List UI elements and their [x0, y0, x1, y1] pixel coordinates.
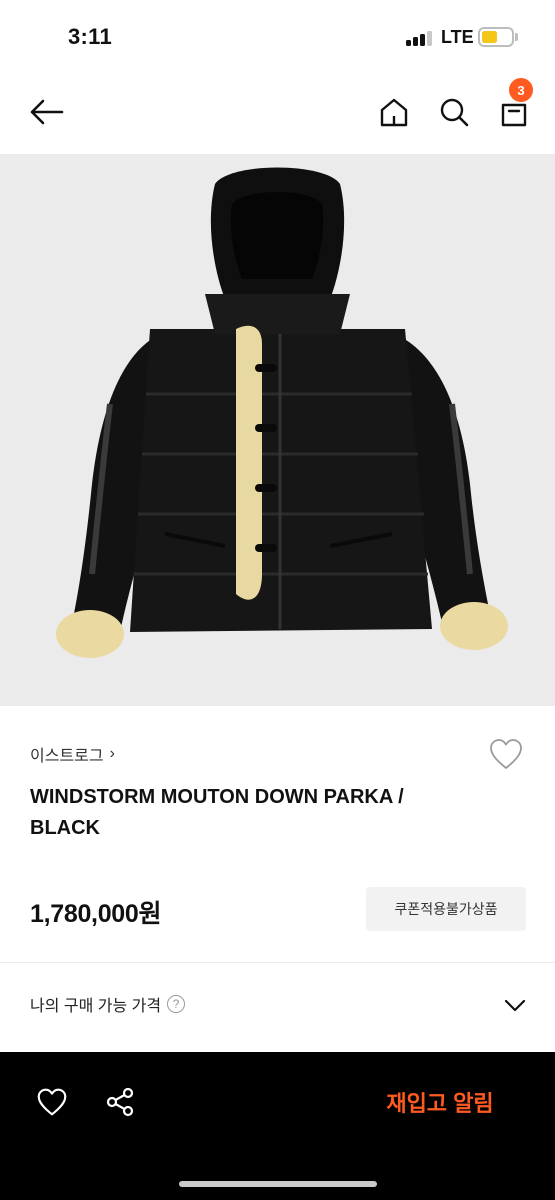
status-time: 3:11	[68, 24, 113, 49]
heart-icon	[37, 1088, 67, 1116]
share-button[interactable]	[100, 1082, 140, 1122]
search-icon	[440, 98, 469, 127]
home-button[interactable]	[372, 90, 416, 134]
arrow-left-icon	[30, 99, 64, 125]
my-price-row[interactable]: 나의 구매 가능 가격 ?	[30, 992, 186, 1016]
home-icon	[380, 98, 408, 127]
restock-alert-button[interactable]: 재입고 알림	[370, 1082, 510, 1122]
product-title: WINDSTORM MOUTON DOWN PARKA / BLACK	[30, 786, 404, 839]
brand-name: 이스트로그	[30, 748, 104, 765]
signal-icon	[406, 30, 434, 46]
expand-my-price-button[interactable]	[500, 990, 530, 1020]
back-button[interactable]	[24, 90, 68, 134]
divider	[0, 962, 555, 963]
cart-count-badge: 3	[509, 78, 533, 102]
chevron-right-icon: ›	[109, 745, 115, 762]
my-price-label: 나의 구매 가능 가격	[30, 998, 162, 1015]
product-price: 1,780,000원	[30, 900, 162, 928]
home-indicator[interactable]	[179, 1181, 377, 1187]
coupon-notice: 쿠폰적용불가상품	[366, 887, 526, 931]
status-bar: 3:11 LTE	[0, 0, 555, 74]
network-type: LTE	[441, 27, 474, 47]
bottom-wishlist-button[interactable]	[32, 1082, 72, 1122]
brand-link[interactable]: 이스트로그 ›	[30, 742, 115, 766]
battery-icon	[478, 27, 514, 47]
search-button[interactable]	[432, 90, 476, 134]
share-icon	[106, 1087, 134, 1117]
wishlist-button[interactable]	[486, 734, 526, 774]
top-nav	[0, 74, 555, 154]
bottom-action-bar: 재입고 알림	[0, 1052, 555, 1200]
help-icon[interactable]: ?	[167, 995, 186, 1013]
product-image[interactable]	[0, 154, 555, 706]
parka-illustration	[56, 167, 508, 658]
chevron-down-icon	[504, 999, 526, 1012]
heart-icon	[490, 739, 522, 769]
